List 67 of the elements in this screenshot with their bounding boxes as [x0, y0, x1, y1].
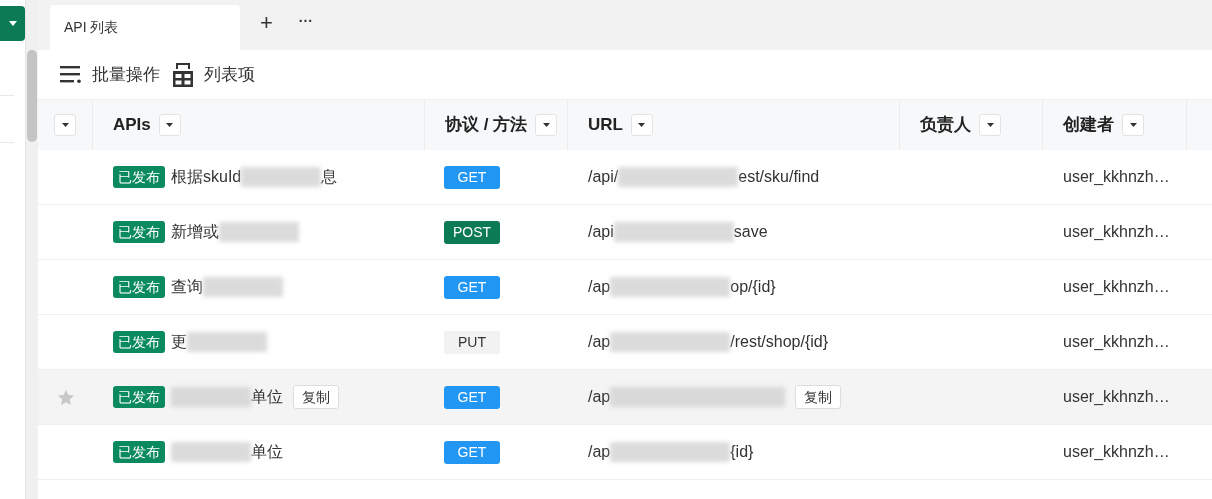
- column-header[interactable]: APIs: [113, 112, 151, 138]
- copy-button[interactable]: 复制: [293, 385, 339, 409]
- url-text: op/{id}: [730, 277, 776, 297]
- api-name[interactable]: 单位: [251, 385, 283, 409]
- caret-icon: [61, 123, 69, 127]
- tab[interactable]: API 列表: [50, 5, 240, 50]
- method-badge: GET: [444, 440, 500, 464]
- status-badge: 已发布: [113, 221, 165, 243]
- table-row[interactable]: 已发布 单位 复制 GET /ap 复制 user_kkhnzh…: [38, 370, 1212, 425]
- status-badge: 已发布: [113, 331, 165, 353]
- status-badge: 已发布: [113, 276, 165, 298]
- caret-icon: [166, 123, 174, 127]
- caret-icon: [986, 123, 994, 127]
- url-text: /api: [588, 222, 614, 242]
- table-cell-text: user_kkhnzh…: [1063, 332, 1170, 352]
- api-name[interactable]: 更: [171, 330, 187, 354]
- column-menu-button[interactable]: [535, 114, 558, 136]
- status-badge: 已发布: [113, 166, 165, 188]
- api-name[interactable]: 根据skuId: [171, 165, 242, 189]
- column-menu-button[interactable]: [158, 114, 181, 136]
- column-header[interactable]: 协议 / 方法: [445, 112, 528, 138]
- url-text: est/sku/find: [738, 167, 820, 187]
- column-header[interactable]: 负责人: [920, 112, 971, 138]
- table-cell-text: user_kkhnzh…: [1063, 167, 1170, 187]
- column-menu-button[interactable]: [979, 114, 1001, 136]
- caret-icon: [638, 123, 646, 127]
- toolbar-label[interactable]: 列表项: [204, 61, 255, 88]
- add-tab-button[interactable]: +: [260, 12, 273, 38]
- more-button[interactable]: ···: [298, 14, 313, 36]
- method-badge: PUT: [444, 330, 500, 354]
- column-menu-button[interactable]: [54, 114, 76, 136]
- url-text: /ap: [588, 277, 611, 297]
- method-badge: GET: [444, 165, 500, 189]
- table-cell-text: user_kkhnzh…: [1063, 442, 1170, 462]
- url-text: save: [733, 222, 768, 242]
- copy-button[interactable]: 复制: [795, 385, 842, 409]
- api-name[interactable]: 查询: [171, 275, 203, 299]
- caret-icon: [1129, 123, 1137, 127]
- star-icon[interactable]: [57, 389, 74, 405]
- table-cell-text: user_kkhnzh…: [1063, 387, 1170, 407]
- column-header[interactable]: URL: [588, 112, 623, 138]
- status-badge: 已发布: [113, 441, 165, 463]
- api-name[interactable]: 单位: [251, 440, 283, 464]
- dropdown-button[interactable]: [0, 6, 25, 41]
- api-name[interactable]: 新增或: [171, 220, 219, 244]
- url-text: /rest/shop/{id}: [730, 332, 829, 352]
- caret-icon: [8, 21, 17, 26]
- column-menu-button[interactable]: [630, 114, 653, 136]
- caret-icon: [542, 123, 550, 127]
- url-text: {id}: [730, 442, 754, 462]
- table-icon: [172, 62, 194, 87]
- toolbar-label[interactable]: 批量操作: [92, 61, 160, 88]
- table-cell-text: user_kkhnzh…: [1063, 277, 1170, 297]
- api-name[interactable]: 息: [321, 165, 338, 189]
- url-text: /ap: [588, 387, 611, 407]
- url-text: /api/: [588, 167, 619, 187]
- method-badge: GET: [444, 275, 500, 299]
- list-icon: [60, 66, 82, 83]
- method-badge: GET: [444, 385, 500, 409]
- url-text: /ap: [588, 442, 611, 462]
- column-menu-button[interactable]: [1122, 114, 1144, 136]
- scrollbar-thumb[interactable]: [27, 50, 37, 142]
- column-header[interactable]: 创建者: [1063, 112, 1114, 138]
- status-badge: 已发布: [113, 386, 165, 408]
- url-text: /ap: [588, 332, 611, 352]
- method-badge: POST: [444, 220, 500, 244]
- table-cell-text: user_kkhnzh…: [1063, 222, 1170, 242]
